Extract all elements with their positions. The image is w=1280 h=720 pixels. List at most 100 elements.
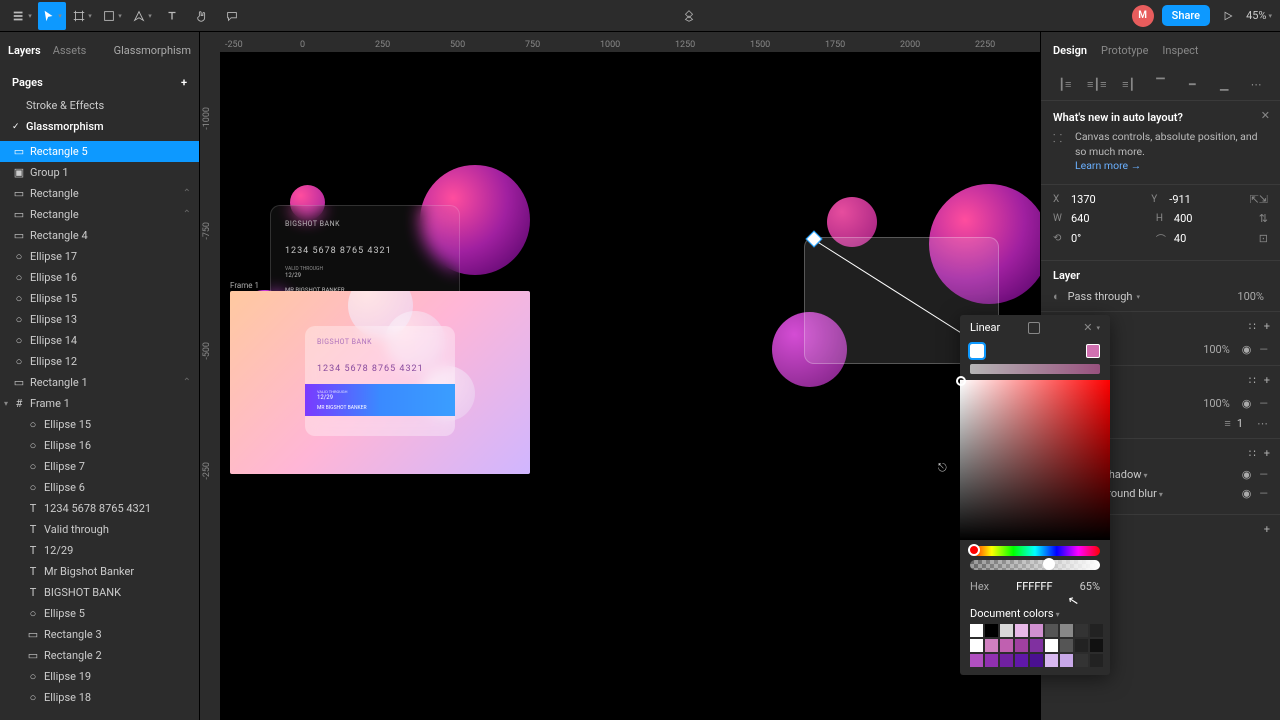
layer-row[interactable]: ○Ellipse 6 — [0, 477, 199, 498]
layer-row[interactable]: ▭Rectangle⌃ — [0, 183, 199, 204]
doc-color-swatch[interactable] — [985, 624, 998, 637]
gradient-picker-close[interactable]: ✕ — [1075, 321, 1092, 334]
doc-color-swatch[interactable] — [1015, 624, 1028, 637]
page-row[interactable]: Stroke & Effects — [0, 95, 199, 116]
doc-color-swatch[interactable] — [1000, 639, 1013, 652]
hue-handle[interactable] — [968, 544, 980, 556]
prop-y[interactable]: -911 — [1169, 193, 1241, 206]
remove-fill[interactable]: — — [1259, 343, 1268, 356]
alpha-slider[interactable] — [970, 560, 1100, 570]
doc-color-swatch[interactable] — [985, 654, 998, 667]
doc-color-swatch[interactable] — [1045, 639, 1058, 652]
doc-color-swatch[interactable] — [985, 639, 998, 652]
gradient-stop-2[interactable] — [1086, 344, 1100, 358]
gradient-type-select[interactable]: Linear — [970, 321, 1000, 334]
shape-tool[interactable] — [98, 2, 126, 30]
doc-color-swatch[interactable] — [970, 624, 983, 637]
prop-radius[interactable]: 40 — [1174, 232, 1251, 245]
glass-card-light[interactable]: BIGSHOT BANK 1234 5678 8765 4321 VALID T… — [305, 326, 455, 436]
frame-1[interactable]: BIGSHOT BANK 1234 5678 8765 4321 VALID T… — [230, 291, 530, 474]
pen-tool[interactable] — [128, 2, 156, 30]
text-tool[interactable] — [158, 2, 186, 30]
prop-x[interactable]: 1370 — [1071, 193, 1143, 206]
doc-color-swatch[interactable] — [1075, 654, 1088, 667]
link-wh-button[interactable]: ⇅ — [1259, 212, 1268, 225]
hidden-icon[interactable]: ⌃ — [183, 209, 191, 220]
alpha-handle[interactable] — [1043, 558, 1055, 570]
layer-row[interactable]: T12/29 — [0, 540, 199, 561]
layer-row[interactable]: ○Ellipse 14 — [0, 330, 199, 351]
add-fill[interactable]: + — [1264, 320, 1270, 333]
notice-close[interactable]: ✕ — [1261, 109, 1270, 122]
layer-row[interactable]: ○Ellipse 18 — [0, 687, 199, 708]
doc-color-swatch[interactable] — [1015, 639, 1028, 652]
layer-row[interactable]: ▭Rectangle 2 — [0, 645, 199, 666]
doc-color-swatch[interactable] — [1045, 654, 1058, 667]
remove-effect[interactable]: — — [1259, 468, 1268, 481]
main-menu-button[interactable] — [8, 2, 36, 30]
effect-visibility[interactable]: ◉ — [1242, 468, 1252, 481]
layer-row[interactable]: ○Ellipse 15 — [0, 414, 199, 435]
stroke-width[interactable]: 1 — [1237, 417, 1243, 430]
layer-row[interactable]: TBIGSHOT BANK — [0, 582, 199, 603]
doc-color-swatch[interactable] — [1060, 654, 1073, 667]
layer-row[interactable]: ▣Group 1 — [0, 162, 199, 183]
doc-color-swatch[interactable] — [1030, 639, 1043, 652]
radius-detail-button[interactable]: ⊡ — [1259, 232, 1268, 245]
layer-row[interactable]: ○Ellipse 13 — [0, 309, 199, 330]
align-left[interactable]: ┃≡ — [1051, 74, 1079, 94]
canvas[interactable]: -2500250500750100012501500175020002250 -… — [200, 32, 1040, 720]
file-title-icon[interactable] — [675, 2, 703, 30]
layer-row[interactable]: TValid through — [0, 519, 199, 540]
layer-row[interactable]: ○Ellipse 16 — [0, 267, 199, 288]
stroke-visibility[interactable]: ◉ — [1242, 397, 1252, 410]
constrain-button[interactable]: ⇱⇲ — [1250, 193, 1268, 206]
doc-color-swatch[interactable] — [1015, 654, 1028, 667]
layer-row[interactable]: ○Ellipse 12 — [0, 351, 199, 372]
tab-inspect[interactable]: Inspect — [1162, 44, 1198, 57]
notice-link[interactable]: Learn more → — [1075, 159, 1141, 172]
remove-stroke[interactable]: — — [1259, 397, 1268, 410]
tab-layers[interactable]: Layers — [8, 44, 41, 57]
gradient-bar[interactable] — [970, 364, 1100, 374]
prop-h[interactable]: 400 — [1174, 212, 1251, 225]
tab-prototype[interactable]: Prototype — [1101, 44, 1148, 57]
gradient-stop-1[interactable] — [970, 344, 984, 358]
present-button[interactable] — [1218, 6, 1238, 26]
align-hcenter[interactable]: ≡┃≡ — [1083, 74, 1111, 94]
doc-color-swatch[interactable] — [1060, 624, 1073, 637]
doc-color-swatch[interactable] — [1075, 624, 1088, 637]
layer-row[interactable]: ○Ellipse 5 — [0, 603, 199, 624]
layer-row[interactable]: ○Ellipse 17 — [0, 246, 199, 267]
hue-slider[interactable] — [970, 546, 1100, 556]
zoom-level[interactable]: 45% — [1246, 9, 1272, 22]
color-field[interactable] — [960, 380, 1110, 540]
doc-color-swatch[interactable] — [1060, 639, 1073, 652]
hidden-icon[interactable]: ⌃ — [183, 188, 191, 199]
gradient-rotate[interactable] — [1028, 322, 1040, 334]
prop-rotation[interactable]: 0° — [1071, 232, 1148, 245]
add-export[interactable]: + — [1264, 523, 1270, 536]
align-more[interactable]: ⋯ — [1242, 74, 1270, 94]
doc-color-swatch[interactable] — [1090, 624, 1103, 637]
align-vcenter[interactable]: ━ — [1178, 74, 1206, 94]
comment-tool[interactable] — [218, 2, 246, 30]
layer-row[interactable]: ▭Rectangle 5 — [0, 141, 199, 162]
doc-color-swatch[interactable] — [1030, 624, 1043, 637]
effects-styles[interactable]: ∷ — [1249, 447, 1256, 460]
eyedropper-icon[interactable]: ⎋ — [938, 461, 947, 475]
user-avatar[interactable]: M — [1132, 5, 1154, 27]
align-bottom[interactable]: ▁ — [1210, 74, 1238, 94]
move-tool[interactable] — [38, 2, 66, 30]
fill-visibility[interactable]: ◉ — [1242, 343, 1252, 356]
layer-row[interactable]: #Frame 1▾ — [0, 393, 199, 414]
add-stroke[interactable]: + — [1264, 374, 1270, 387]
effect-visibility[interactable]: ◉ — [1242, 487, 1252, 500]
layer-row[interactable]: TMr Bigshot Banker — [0, 561, 199, 582]
fill-opacity[interactable]: 100% — [1203, 343, 1230, 356]
doc-color-swatch[interactable] — [970, 639, 983, 652]
page-row[interactable]: Glassmorphism — [0, 116, 199, 137]
add-effect[interactable]: + — [1264, 447, 1270, 460]
doc-color-swatch[interactable] — [1075, 639, 1088, 652]
layer-row[interactable]: ○Ellipse 7 — [0, 456, 199, 477]
